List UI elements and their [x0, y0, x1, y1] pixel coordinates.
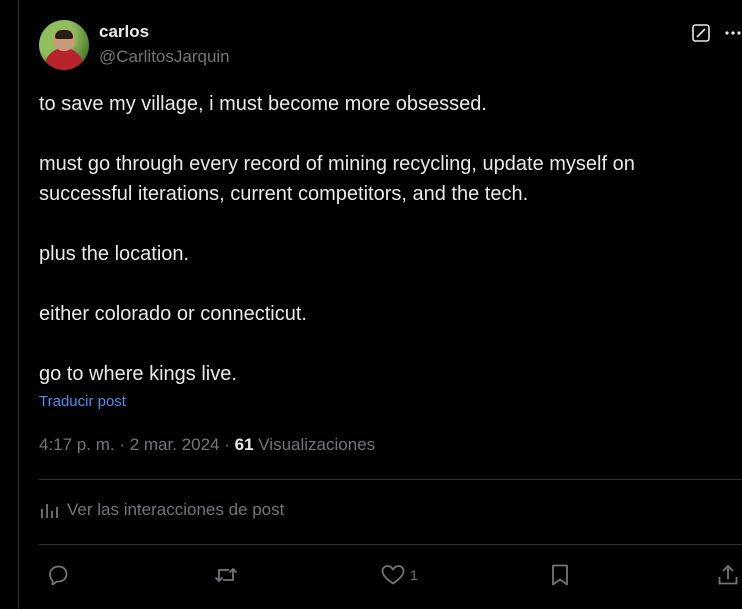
repost-button[interactable]	[213, 558, 239, 592]
reply-icon	[46, 563, 70, 587]
views-count: 61	[234, 435, 254, 454]
tweet-date[interactable]: 2 mar. 2024	[130, 435, 220, 454]
tweet-meta: 4:17 p. m. · 2 mar. 2024 · 61 Visualizac…	[39, 435, 375, 455]
tweet-paragraph: must go through every record of mining r…	[39, 153, 635, 205]
tweet-paragraph: either colorado or connecticut.	[39, 303, 307, 325]
tweet-time[interactable]: 4:17 p. m.	[39, 435, 115, 454]
tweet-paragraph: to save my village, i must become more o…	[39, 93, 487, 115]
edit-icon[interactable]	[691, 23, 711, 43]
tweet-actions: 1	[0, 558, 742, 592]
meta-separator: ·	[114, 435, 130, 454]
divider	[39, 544, 742, 545]
author-handle[interactable]: @CarlitosJarquin	[99, 47, 230, 67]
meta-separator: ·	[219, 435, 235, 454]
bar-chart-icon	[39, 500, 59, 520]
tweet-text: to save my village, i must become more o…	[39, 89, 729, 389]
views-label: Visualizaciones	[258, 435, 376, 454]
bookmark-button[interactable]	[549, 558, 571, 592]
bookmark-icon	[549, 563, 571, 587]
translate-post-link[interactable]: Traducir post	[39, 393, 126, 410]
avatar-hair	[55, 30, 73, 39]
tweet-paragraph: go to where kings live.	[39, 363, 237, 385]
avatar[interactable]	[39, 20, 89, 70]
like-button[interactable]: 1	[380, 558, 418, 592]
like-count: 1	[410, 567, 418, 583]
view-post-engagements-label: Ver las interacciones de post	[67, 500, 285, 519]
share-icon	[716, 563, 740, 587]
divider	[39, 479, 742, 480]
view-post-engagements-button[interactable]: Ver las interacciones de post	[39, 500, 284, 520]
author-display-name[interactable]: carlos	[99, 22, 149, 42]
heart-icon	[380, 563, 406, 587]
tweet-paragraph: plus the location.	[39, 243, 190, 265]
reply-button[interactable]	[46, 558, 70, 592]
more-icon[interactable]	[723, 23, 742, 43]
share-button[interactable]	[716, 558, 740, 592]
timeline-left-border	[18, 0, 19, 609]
repost-icon	[213, 563, 239, 587]
